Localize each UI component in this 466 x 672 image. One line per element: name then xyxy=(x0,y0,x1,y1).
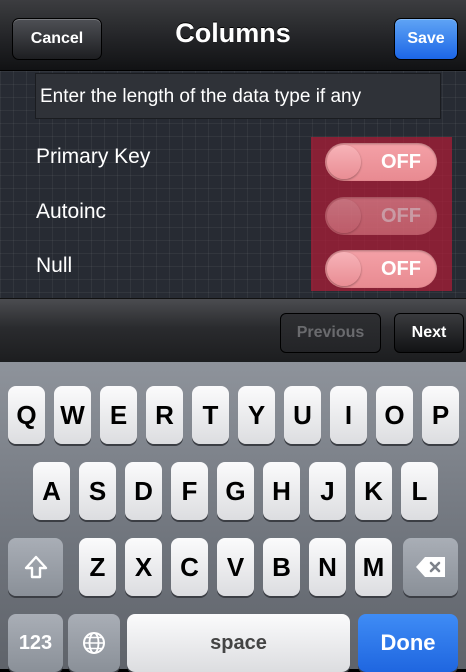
key-i[interactable]: I xyxy=(330,386,367,444)
key-e[interactable]: E xyxy=(100,386,137,444)
toggle-knob xyxy=(327,145,361,179)
toggle-knob xyxy=(327,252,361,286)
globe-icon xyxy=(83,632,105,654)
primary-key-label: Primary Key xyxy=(36,145,151,168)
key-v[interactable]: V xyxy=(217,538,254,596)
key-p[interactable]: P xyxy=(422,386,459,444)
key-h[interactable]: H xyxy=(263,462,300,520)
done-key[interactable]: Done xyxy=(358,614,458,672)
key-s[interactable]: S xyxy=(79,462,116,520)
key-a[interactable]: A xyxy=(33,462,70,520)
toggle-state-text: OFF xyxy=(381,258,421,280)
key-l[interactable]: L xyxy=(401,462,438,520)
key-j[interactable]: J xyxy=(309,462,346,520)
key-g[interactable]: G xyxy=(217,462,254,520)
key-x[interactable]: X xyxy=(125,538,162,596)
key-t[interactable]: T xyxy=(192,386,229,444)
primary-key-toggle[interactable]: OFF xyxy=(325,143,437,181)
key-n[interactable]: N xyxy=(309,538,346,596)
key-c[interactable]: C xyxy=(171,538,208,596)
toggle-state-text: OFF xyxy=(381,205,421,227)
save-button[interactable]: Save xyxy=(394,18,458,60)
key-z[interactable]: Z xyxy=(79,538,116,596)
toggle-state-text: OFF xyxy=(381,151,421,173)
null-label: Null xyxy=(36,254,73,277)
previous-button[interactable]: Previous xyxy=(280,313,381,353)
key-o[interactable]: O xyxy=(376,386,413,444)
delete-key[interactable] xyxy=(403,538,458,596)
key-d[interactable]: D xyxy=(125,462,162,520)
key-u[interactable]: U xyxy=(284,386,321,444)
key-k[interactable]: K xyxy=(355,462,392,520)
autoinc-label: Autoinc xyxy=(36,200,107,223)
numbers-key[interactable]: 123 xyxy=(8,614,63,672)
key-m[interactable]: M xyxy=(355,538,392,596)
form-area: Enter the length of the data type if any… xyxy=(0,71,466,298)
autoinc-toggle[interactable]: OFF xyxy=(325,197,437,235)
key-w[interactable]: W xyxy=(54,386,91,444)
key-y[interactable]: Y xyxy=(238,386,275,444)
key-q[interactable]: Q xyxy=(8,386,45,444)
key-f[interactable]: F xyxy=(171,462,208,520)
space-key[interactable]: space xyxy=(127,614,350,672)
shift-arrow-icon xyxy=(24,555,47,579)
toggle-knob xyxy=(327,199,361,233)
null-toggle[interactable]: OFF xyxy=(325,250,437,288)
keyboard: Q W E R T Y U I O P A S D F G H J K L Z … xyxy=(0,362,466,672)
navigation-bar: Cancel Columns Save xyxy=(0,0,466,71)
length-input[interactable]: Enter the length of the data type if any xyxy=(35,73,441,119)
key-b[interactable]: B xyxy=(263,538,300,596)
shift-key[interactable] xyxy=(8,538,63,596)
backspace-icon xyxy=(415,557,445,577)
key-r[interactable]: R xyxy=(146,386,183,444)
next-button[interactable]: Next xyxy=(394,313,464,353)
globe-key[interactable] xyxy=(68,614,120,672)
keyboard-accessory-bar: Previous Next xyxy=(0,298,466,363)
